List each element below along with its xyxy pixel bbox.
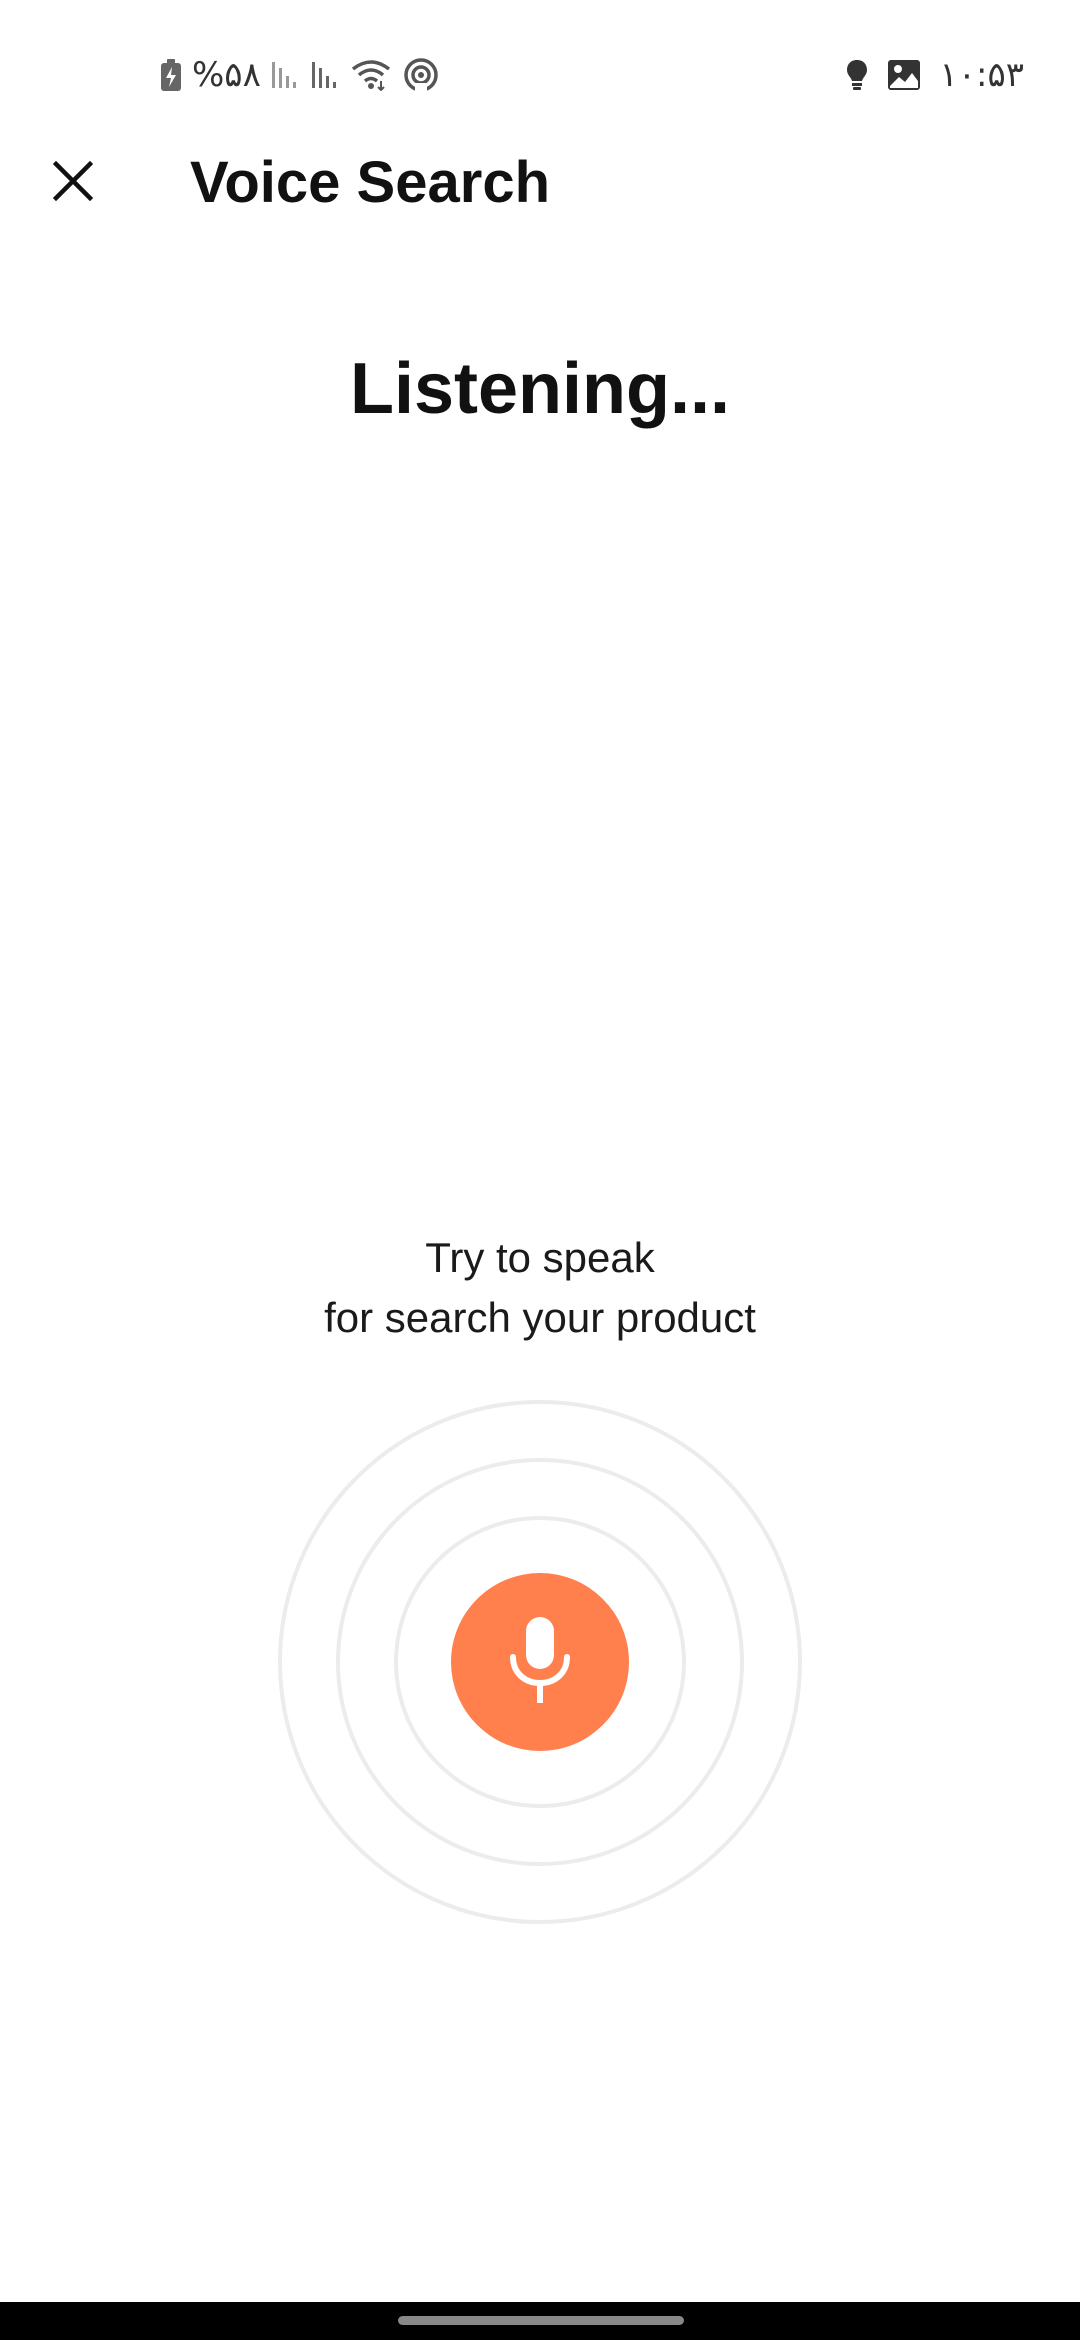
signal-icon	[311, 60, 341, 90]
speak-hint: Try to speak for search your product	[0, 1228, 1080, 1348]
notification-bulb-icon	[845, 58, 869, 92]
system-navigation-bar	[0, 2302, 1080, 2340]
status-left-group: %۵۸	[160, 52, 441, 98]
listening-status: Listening...	[349, 349, 730, 429]
microphone-icon	[507, 1615, 573, 1710]
mic-area	[278, 1400, 802, 1924]
hint-line-1: Try to speak	[425, 1234, 655, 1281]
microphone-button[interactable]	[451, 1573, 629, 1751]
hint-line-2: for search your product	[324, 1294, 756, 1341]
close-button[interactable]	[40, 150, 106, 216]
status-bar: %۵۸ ۱۰:۵۳	[0, 0, 1080, 140]
page-title: Voice Search	[190, 150, 551, 215]
voice-search-screen: %۵۸ ۱۰:۵۳ Voice Search Listening... Try …	[0, 0, 1080, 2340]
status-time: ۱۰:۵۳	[939, 55, 1024, 95]
wifi-icon	[351, 59, 391, 91]
hotspot-icon	[401, 57, 441, 93]
home-indicator[interactable]	[398, 2316, 684, 2325]
signal-icon	[271, 60, 301, 90]
gallery-icon	[887, 59, 921, 91]
battery-charging-icon	[160, 58, 182, 92]
app-bar: Voice Search	[0, 140, 1080, 230]
close-icon	[52, 160, 94, 206]
battery-percent: %۵۸	[192, 55, 261, 95]
status-right-group: ۱۰:۵۳	[845, 52, 1024, 98]
